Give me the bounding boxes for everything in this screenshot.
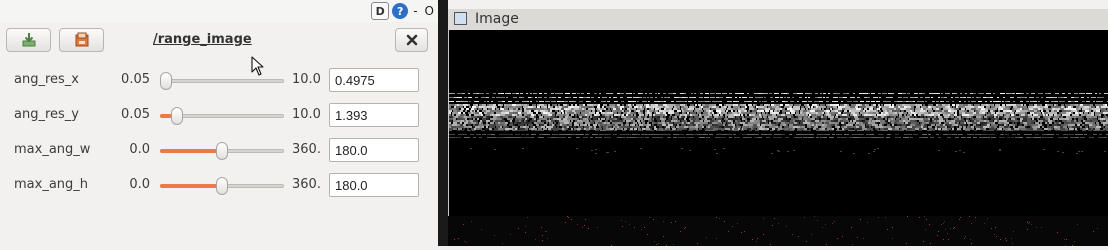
close-icon [406,34,417,46]
param-row-ang-res-x: ang_res_x 0.05 10.0 [0,68,438,94]
slider-min-label: 0.0 [129,142,150,157]
minimize-button[interactable]: - [411,4,419,18]
range-image [449,93,1108,154]
slider-handle[interactable] [216,142,228,160]
topic-title[interactable]: /range_image [153,32,252,47]
mouse-cursor-icon [251,56,264,76]
value-input[interactable] [329,103,419,127]
restore-button[interactable]: O [423,4,436,18]
image-window-titlebar[interactable]: Image [448,9,1108,31]
value-input[interactable] [329,68,419,92]
param-label: ang_res_y [14,107,79,122]
image-window: Image [448,9,1108,246]
help-icon[interactable]: ? [392,3,409,19]
slider-min-label: 0.05 [121,107,150,122]
save-icon [75,32,88,47]
slider-fill [160,149,220,153]
reconfigure-panel: D ? - O /range_image ang_res_x 0.05 10.0 [0,0,438,246]
image-window-icon [454,12,467,25]
load-config-button[interactable] [6,28,51,52]
background-pointcloud-strip [448,216,1108,246]
slider-min-label: 0.05 [121,72,150,87]
slider-max-label: 360. [292,142,321,157]
param-row-max-ang-h: max_ang_h 0.0 360. [0,173,438,199]
slider-max-label: 10.0 [292,72,321,87]
value-input[interactable] [329,173,419,197]
panel-title-strip: D ? - O [0,0,438,22]
panel-toolbar: D ? - O [371,1,436,21]
slider-handle[interactable] [216,177,228,195]
load-icon [22,33,35,47]
slider-fill [160,184,220,188]
param-row-max-ang-w: max_ang_w 0.0 360. [0,138,438,164]
panel-divider[interactable] [438,0,448,246]
slider-handle[interactable] [160,72,172,90]
param-label: ang_res_x [14,72,79,87]
image-window-title: Image [475,11,519,27]
param-label: max_ang_h [14,177,89,192]
slider-track[interactable] [160,79,284,83]
save-config-button[interactable] [59,28,104,52]
slider-min-label: 0.0 [129,177,150,192]
param-row-ang-res-y: ang_res_y 0.05 10.0 [0,103,438,129]
slider-max-label: 360. [292,177,321,192]
param-label: max_ang_w [14,142,91,157]
slider-handle[interactable] [170,107,183,125]
value-input[interactable] [329,138,419,162]
slider-max-label: 10.0 [292,107,321,122]
dock-d-icon[interactable]: D [371,2,390,20]
range-image-canvas [448,30,1108,216]
close-button[interactable] [395,28,428,52]
